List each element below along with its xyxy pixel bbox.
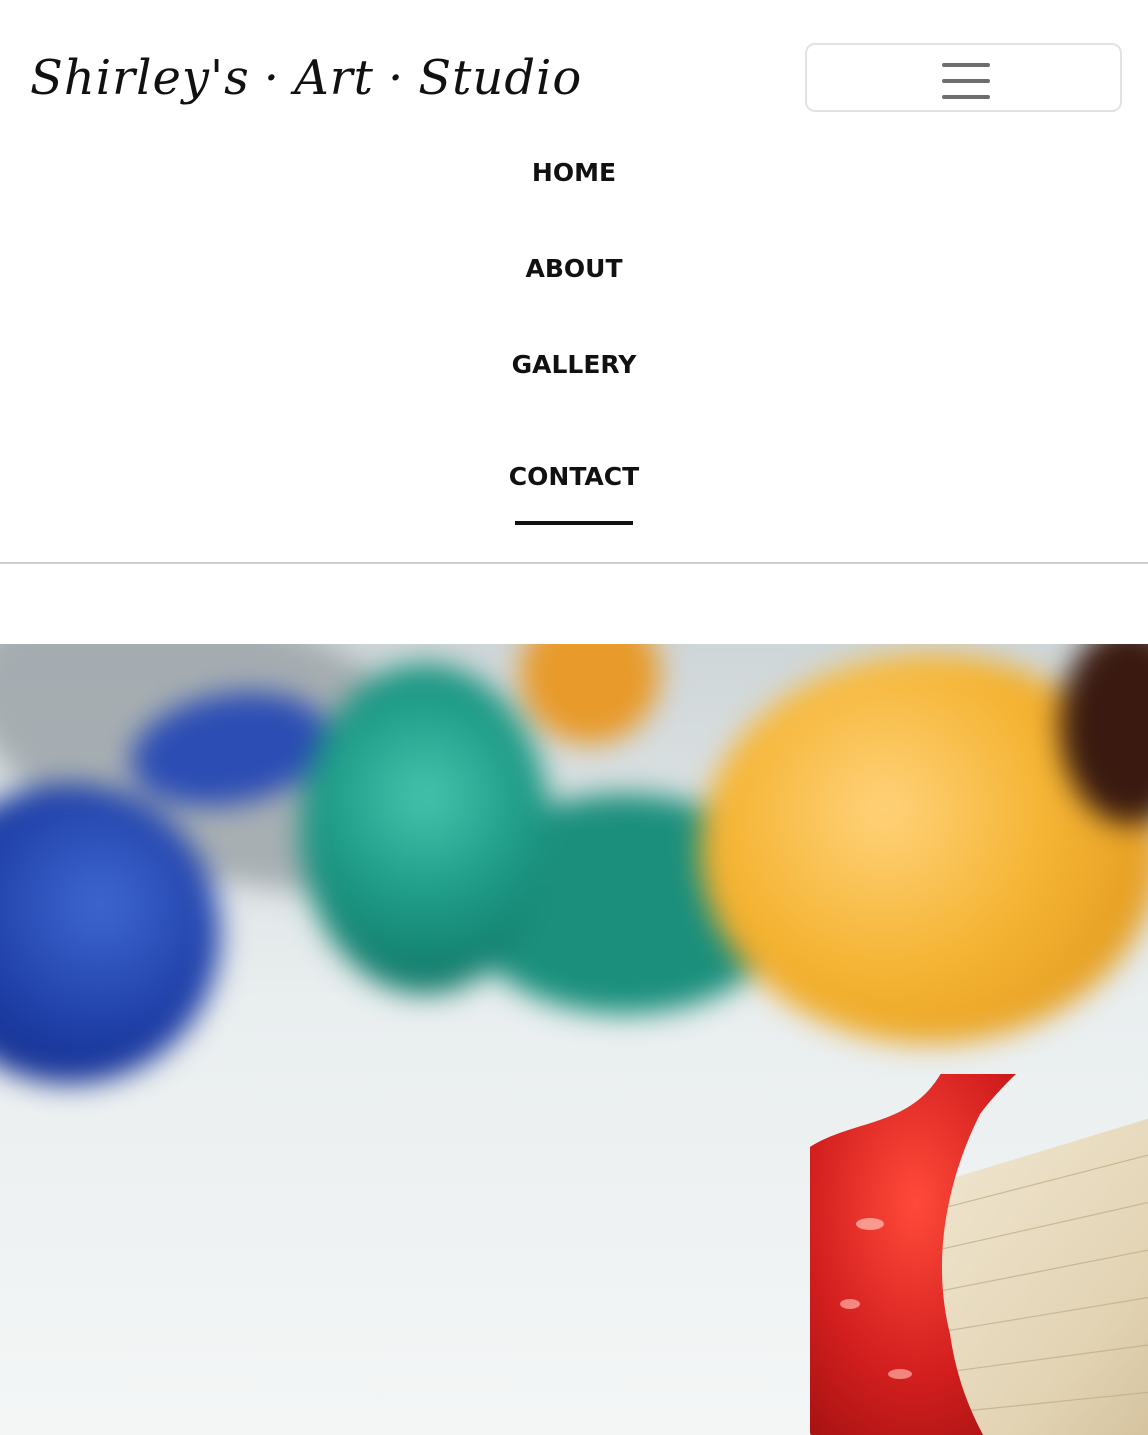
brand-word-shirleys: Shirley's bbox=[30, 50, 250, 106]
brand-word-art: Art bbox=[294, 50, 374, 106]
site-logo[interactable]: Shirley's · Art · Studio bbox=[30, 38, 582, 118]
nav-item-contact[interactable]: CONTACT bbox=[0, 460, 1148, 494]
menu-toggle-button[interactable] bbox=[805, 43, 1122, 112]
header-divider bbox=[0, 562, 1148, 564]
active-nav-indicator bbox=[515, 521, 633, 525]
brand-separator: · bbox=[387, 50, 405, 106]
hamburger-menu-icon bbox=[942, 63, 990, 99]
paint-brush-icon bbox=[810, 1074, 1148, 1435]
nav-item-about[interactable]: ABOUT bbox=[0, 252, 1148, 286]
hero-image bbox=[0, 644, 1148, 1435]
brand-separator: · bbox=[263, 50, 281, 106]
nav-item-gallery[interactable]: GALLERY bbox=[0, 348, 1148, 382]
brand-word-studio: Studio bbox=[418, 50, 583, 106]
site-header: Shirley's · Art · Studio HOME ABOUT GALLERY … bbox=[0, 0, 1148, 562]
nav-item-home[interactable]: HOME bbox=[0, 156, 1148, 190]
